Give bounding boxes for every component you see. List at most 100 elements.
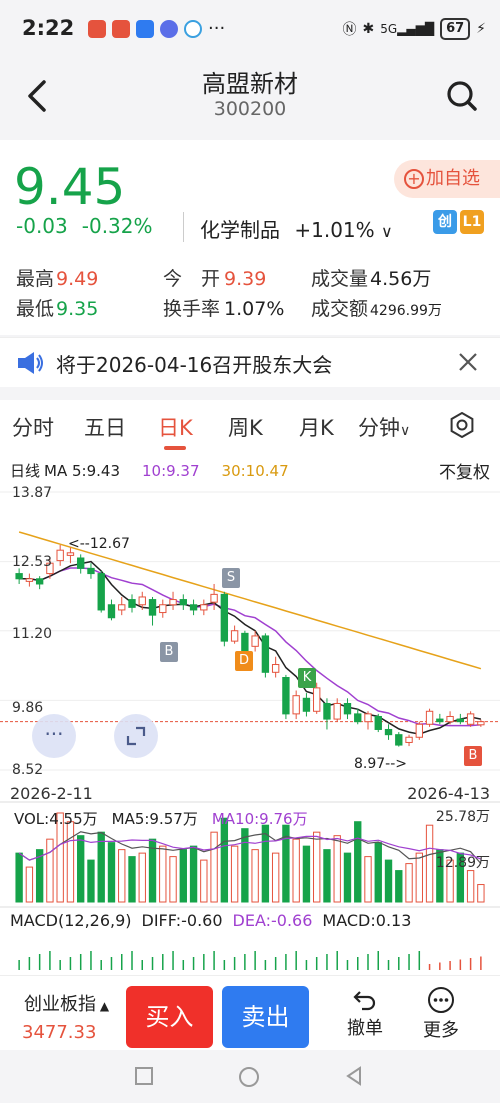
candle-body [395,734,403,746]
volume-bar [138,852,146,903]
index-name[interactable]: 创业板指 ▲ [24,990,109,1016]
candle-body [15,573,23,580]
candle-body [118,604,126,611]
volume-bar [313,831,321,903]
more-dots-icon: ··· [44,722,64,746]
macd-name: MACD(12,26,9) [10,911,132,930]
candle-body [333,702,341,720]
buy-mark[interactable]: B [160,642,178,662]
header: 高盟新材 300200 [0,58,500,138]
more-dots-icon: ··· [208,18,226,39]
low-annotation: 8.97--> [354,756,408,772]
speaker-icon [18,352,43,374]
home-icon[interactable] [238,1066,260,1088]
index-name-label: 创业板指 [24,994,96,1015]
volume-legend: VOL:4.55万 MA5:9.57万 MA10:9.76万 [14,808,322,829]
add-watchlist-label: 加自选 [426,168,480,189]
volume-bar [261,824,270,903]
candle-body [77,557,85,569]
tab-minute-label: 分钟 [358,416,400,440]
high-value: 9.49 [56,267,99,290]
vol-tick-mid: 12.89万 [435,855,490,871]
candle-body [138,596,146,606]
chevron-down-icon: ∨ [400,423,411,439]
tab-monthly-k[interactable]: 月K [299,412,334,442]
app-notification-icon [136,20,154,38]
tab-weekly-k[interactable]: 周K [228,412,263,442]
tab-intraday[interactable]: 分时 [12,412,54,442]
candle-body [159,604,167,614]
buy-mark-red[interactable]: B [464,746,482,766]
tab-five-day[interactable]: 五日 [84,412,126,442]
volume-bar [241,828,249,903]
volume-bar [477,884,485,903]
app-notification-icon [184,20,202,38]
open-value: 9.39 [224,267,267,290]
active-tab-indicator [164,446,186,450]
recent-apps-icon[interactable] [134,1066,154,1086]
more-button[interactable]: 更多 [416,982,466,1042]
volume-bar [374,842,382,903]
candle-body [200,604,208,611]
sell-button[interactable]: 卖出 [222,986,309,1048]
sector-percent: +1.01% [294,218,375,242]
close-icon[interactable] [456,350,480,374]
candle-body [415,723,423,738]
candle-body [220,593,229,642]
candle-body [97,573,105,611]
volume-bar [271,852,280,903]
more-label: 更多 [423,1020,459,1041]
candle-body [35,578,44,585]
tab-minute[interactable]: 分钟∨ [358,412,410,442]
status-right: Ⓝ ✱ 5G▂▄▆█ 67 ⚡ [342,18,486,40]
change-value: -0.03 [16,214,68,238]
cancel-order-button[interactable]: 撤单 [340,982,390,1040]
kline-chart[interactable]: 日线 MA 5:9.43 10:9.37 30:10.47 不复权 13.87 12.… [0,452,500,975]
tab-daily-k[interactable]: 日K [158,412,193,442]
sell-mark[interactable]: S [222,568,240,588]
notice-text: 将于2026-04-16召开股东大会 [56,353,333,377]
k-mark[interactable]: K [298,668,316,688]
candle-body [466,713,475,725]
sector-link[interactable]: 化学制品 +1.01% ∨ [200,214,393,243]
fullscreen-button[interactable] [114,714,158,758]
high-label: 最高 [16,267,55,290]
d-mark[interactable]: D [235,651,253,671]
buy-button[interactable]: 买入 [126,986,213,1048]
volume-bar [210,831,218,903]
trade-bar: 创业板指 ▲ 3477.33 买入 卖出 撤单 更多 [0,975,500,1050]
volume-bar [189,845,198,903]
charging-icon: ⚡ [476,21,486,37]
vol-value: VOL:4.55万 [14,810,98,828]
vol-ma10-line [18,835,482,861]
settings-icon[interactable] [449,412,475,438]
candle-body [241,632,249,653]
volume-bar [66,821,75,903]
add-watchlist-button[interactable]: + 加自选 [394,160,500,198]
volume-bar [128,856,136,903]
candle-body [128,599,136,608]
back-nav-icon[interactable] [344,1066,364,1086]
candle-body [292,695,300,715]
search-icon[interactable] [444,76,480,116]
ma10-line [19,567,481,727]
more-tools-button[interactable]: ··· [32,714,76,758]
volume-bar [230,845,239,903]
candle-body [282,677,290,715]
page-title: 高盟新材 [202,70,298,98]
candle-body [189,604,198,611]
candle-body [230,630,239,642]
macd-legend: MACD(12,26,9) DIFF:-0.60 DEA:-0.66 MACD:0.1… [10,911,421,930]
status-app-icons: ··· [88,20,225,38]
notice-banner[interactable]: 将于2026-04-16召开股东大会 [0,337,500,387]
candle-body [425,710,434,725]
status-time: 2:22 [22,16,75,40]
macd-dea: DEA:-0.66 [232,911,313,930]
stock-code: 300200 [213,98,287,120]
vol-ma5-line [18,831,482,864]
candle-body [179,599,187,606]
volume-bar [251,849,259,903]
candle-body [374,715,382,730]
candle-body [343,702,352,715]
volume-bar [46,838,54,903]
